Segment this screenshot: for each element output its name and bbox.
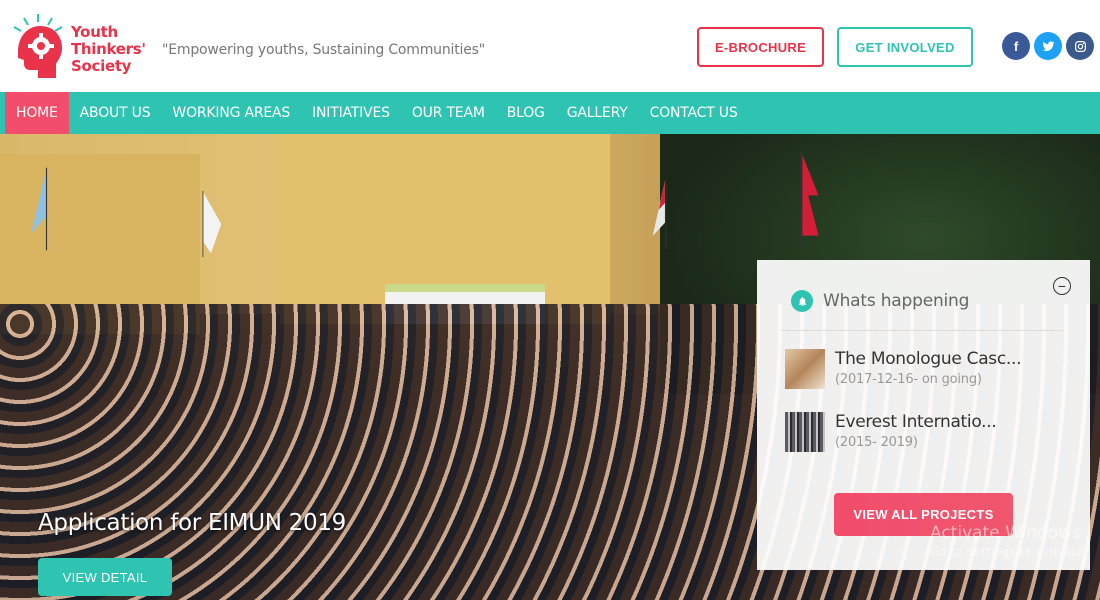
get-involved-button[interactable]: GET INVOLVED <box>837 27 973 67</box>
nav-item-blog[interactable]: BLOG <box>496 92 556 134</box>
project-date: (2015- 2019) <box>835 435 918 450</box>
flag-icon <box>31 167 48 251</box>
view-detail-button[interactable]: VIEW DETAIL <box>38 558 172 596</box>
main-nav: HOME ABOUT US WORKING AREAS INITIATIVES … <box>0 92 1100 134</box>
brand-line-1: Youth <box>71 23 118 41</box>
brand-line-2: Thinkers' <box>71 40 146 58</box>
twitter-icon[interactable] <box>1034 32 1062 60</box>
instagram-icon[interactable] <box>1066 32 1094 60</box>
collapse-icon[interactable]: − <box>1053 277 1071 295</box>
nav-item-gallery[interactable]: GALLERY <box>556 92 639 134</box>
hero-title: Application for EIMUN 2019 <box>38 510 347 536</box>
flag-icon <box>800 151 819 247</box>
panel-title: Whats happening <box>823 291 970 311</box>
project-date: (2017-12-16- on going) <box>835 372 982 387</box>
watermark-line-1: Activate Windows <box>930 523 1081 543</box>
panel-divider <box>781 330 1063 331</box>
tagline: "Empowering youths, Sustaining Communiti… <box>162 42 485 58</box>
project-thumbnail <box>785 349 825 389</box>
watermark-line-2: Go to Settings to activate <box>930 545 1084 559</box>
brand-name[interactable]: Youth Thinkers' Society <box>71 24 146 75</box>
flag-icon <box>652 178 667 250</box>
nav-item-our-team[interactable]: OUR TEAM <box>401 92 496 134</box>
nav-item-working-areas[interactable]: WORKING AREAS <box>161 92 301 134</box>
site-header: Youth Thinkers' Society "Empowering yout… <box>0 0 1100 92</box>
nav-item-contact-us[interactable]: CONTACT US <box>639 92 749 134</box>
nav-item-about-us[interactable]: ABOUT US <box>69 92 162 134</box>
brand-line-3: Society <box>71 57 132 75</box>
project-name: Everest Internatio... <box>835 412 997 432</box>
nav-item-home[interactable]: HOME <box>5 92 69 134</box>
project-item[interactable]: Everest Internatio... (2015- 2019) <box>785 412 1075 456</box>
facebook-icon[interactable]: f <box>1002 32 1030 60</box>
e-brochure-button[interactable]: E-BROCHURE <box>697 27 824 67</box>
panel-header: Whats happening <box>791 290 969 312</box>
logo-icon[interactable] <box>8 12 68 84</box>
project-item[interactable]: The Monologue Casc... (2017-12-16- on go… <box>785 349 1075 393</box>
project-name: The Monologue Casc... <box>835 349 1022 369</box>
flag-icon <box>202 191 222 257</box>
windows-activation-watermark: Activate Windows Go to Settings to activ… <box>930 523 1084 559</box>
nav-item-initiatives[interactable]: INITIATIVES <box>301 92 401 134</box>
project-thumbnail <box>785 412 825 452</box>
bell-icon <box>791 290 813 312</box>
